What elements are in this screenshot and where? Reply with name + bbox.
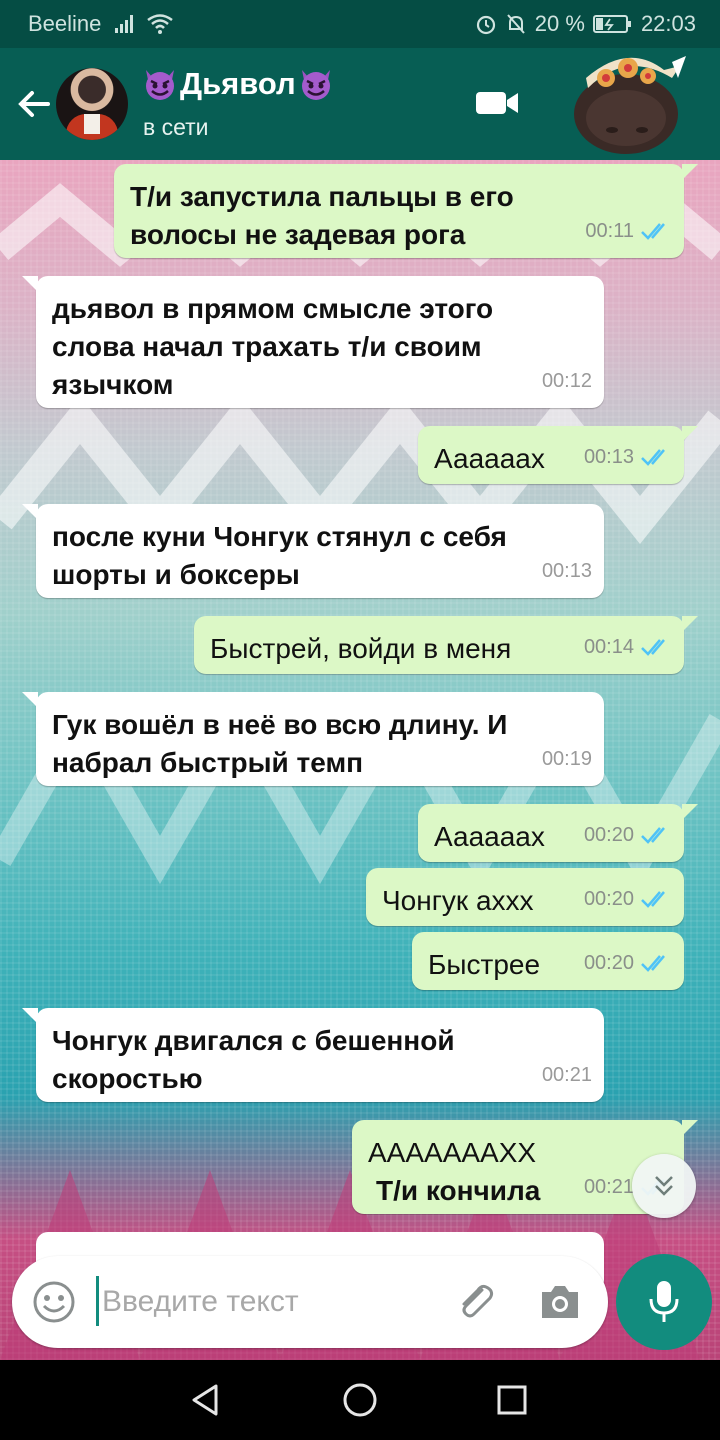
message-input[interactable] <box>102 1276 422 1328</box>
message-bubble-outgoing[interactable]: Т/и запустила пальцы в его волосы не зад… <box>114 164 698 258</box>
camera-icon[interactable] <box>538 1282 582 1322</box>
emoji-icon[interactable] <box>32 1280 76 1324</box>
message-time: 00:20 <box>584 816 672 854</box>
recents-square-icon[interactable] <box>492 1380 532 1420</box>
read-ticks-icon <box>641 449 665 466</box>
read-ticks-icon <box>641 639 665 656</box>
message-time: 00:21 <box>541 1064 592 1086</box>
message-time: 00:14 <box>584 628 672 666</box>
battery-percent: 20 % <box>534 11 585 36</box>
message-bubble-incoming[interactable]: после куни Чонгук стянул с себя шорты и … <box>22 504 604 598</box>
clock: 22:03 <box>640 11 696 36</box>
message-time: 00:19 <box>541 748 592 770</box>
read-ticks-icon <box>641 891 665 908</box>
devil-emoji-icon <box>301 70 330 100</box>
attachment-icon[interactable] <box>452 1278 500 1326</box>
wifi-icon <box>147 14 174 34</box>
message-time: 00:11 <box>585 212 672 250</box>
microphone-icon <box>649 1281 679 1322</box>
message-bubble-incoming[interactable]: Чонгук двигался с бешенной скоростью 00:… <box>22 1008 604 1102</box>
avatar[interactable] <box>56 68 128 140</box>
message-time: 00:20 <box>584 944 672 982</box>
contact-name-text: Дьявол <box>180 66 296 101</box>
message-text: после куни Чонгук стянул с себя шорты и … <box>52 521 507 590</box>
message-text: Т/и запустила пальцы в его волосы не зад… <box>130 181 514 250</box>
signal-icon <box>115 15 134 33</box>
read-ticks-icon <box>641 827 665 844</box>
voice-record-button[interactable] <box>616 1254 712 1350</box>
message-bubble-outgoing[interactable]: Быстрее 00:20 <box>412 932 684 990</box>
message-time: 00:13 <box>541 560 592 582</box>
message-text: Быстрей, войди в меня <box>210 633 512 664</box>
back-arrow-icon[interactable] <box>14 84 54 124</box>
message-bubble-outgoing[interactable]: Чонгук ахxx 00:20 <box>366 868 684 926</box>
carrier-name: Beeline <box>28 11 102 36</box>
message-text: Аааааах <box>434 443 545 474</box>
message-bubble-incoming[interactable]: дьявол в прямом смысле этого слова начал… <box>22 276 604 408</box>
alarm-icon <box>476 15 495 35</box>
message-bubble-outgoing[interactable]: Быстрей, войди в меня 00:14 <box>194 616 698 674</box>
system-navigation-bar <box>0 1360 720 1440</box>
message-bubble-outgoing[interactable]: Аааааах 00:20 <box>418 804 698 862</box>
message-composer <box>12 1256 608 1348</box>
message-text: Аааааах <box>434 821 545 852</box>
message-time: 00:20 <box>584 880 672 918</box>
status-bar: Beeline 20 % 22:03 <box>0 0 720 48</box>
mute-bell-icon <box>507 14 525 34</box>
text-caret <box>96 1276 99 1326</box>
chevron-double-down-icon <box>655 1176 673 1196</box>
read-ticks-icon <box>641 223 665 240</box>
home-circle-icon[interactable] <box>340 1380 380 1420</box>
message-list[interactable]: Т/и запустила пальцы в его волосы не зад… <box>0 160 720 1360</box>
message-bubble-incoming[interactable]: Гук вошёл в неё во всю длину. И набрал б… <box>22 692 604 786</box>
message-time: 00:12 <box>541 370 592 392</box>
message-text: Чонгук ахxx <box>382 885 534 916</box>
message-text: дьявол в прямом смысле этого слова начал… <box>52 293 494 400</box>
contact-name[interactable]: Дьявол <box>142 66 334 102</box>
message-text: Быстрее <box>428 949 541 980</box>
chat-header: Дьявол в сети <box>0 48 720 160</box>
message-text-line: АААААААХХ <box>368 1137 537 1168</box>
sticker-icon <box>574 56 686 154</box>
message-text-line: Т/и кончила <box>376 1175 541 1206</box>
contact-status: в сети <box>143 114 209 140</box>
message-text: Чонгук двигался с бешенной скоростью <box>52 1025 455 1094</box>
read-ticks-icon <box>641 955 665 972</box>
battery-icon <box>592 15 631 33</box>
back-triangle-icon[interactable] <box>186 1380 226 1420</box>
scroll-to-bottom-button[interactable] <box>632 1154 696 1218</box>
message-time: 00:13 <box>584 438 672 476</box>
devil-emoji-icon <box>146 70 174 100</box>
message-bubble-outgoing[interactable]: Аааааах 00:13 <box>418 426 698 484</box>
video-call-icon[interactable] <box>474 88 520 118</box>
message-text: Гук вошёл в неё во всю длину. И набрал б… <box>52 709 508 778</box>
